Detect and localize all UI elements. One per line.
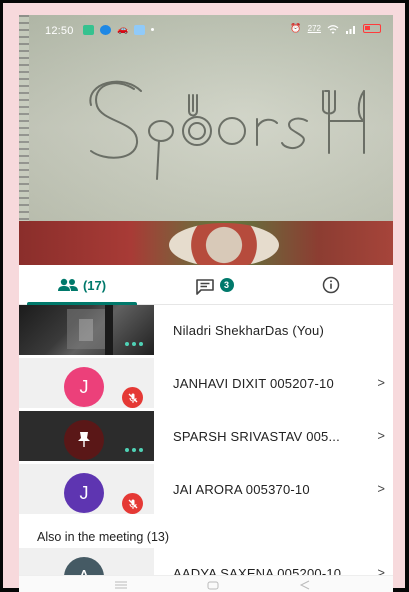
chevron-right-icon[interactable]: > xyxy=(377,375,385,390)
participant-row[interactable]: SPARSH SRIVASTAV 005... > xyxy=(19,411,393,461)
sparsh-drawing xyxy=(89,80,365,180)
menu-icon xyxy=(115,581,127,589)
people-icon xyxy=(57,278,78,291)
sim-icon xyxy=(134,24,146,35)
notification-icons: 🚗 xyxy=(83,24,155,35)
message-icon xyxy=(83,24,94,35)
chevron-right-icon[interactable]: > xyxy=(377,428,385,443)
tab-info[interactable] xyxy=(269,265,393,305)
android-nav-bar xyxy=(19,575,393,592)
participant-avatar-thumb: J xyxy=(19,464,154,514)
signal-icon xyxy=(346,25,355,34)
meeting-tab-bar: (17) 3 xyxy=(19,265,393,305)
main-video-feed[interactable]: 12:50 🚗 ⏰ 272 xyxy=(19,15,393,265)
avatar-initial: J xyxy=(79,376,89,397)
nav-back-button[interactable] xyxy=(297,579,313,591)
avatar-initial: A xyxy=(78,567,90,576)
participant-avatar-thumb: J xyxy=(19,358,154,408)
chevron-right-icon[interactable]: > xyxy=(377,481,385,496)
screenshot-frame: 12:50 🚗 ⏰ 272 (17) 3 Niladri ShekharDas … xyxy=(0,0,409,592)
avatar-initial: J xyxy=(79,482,89,503)
participant-name: Niladri ShekharDas (You) xyxy=(173,323,324,338)
people-count: (17) xyxy=(82,277,107,293)
battery-icon xyxy=(363,24,381,33)
participant-row[interactable]: J JAI ARORA 005370-10 > xyxy=(19,464,393,514)
nav-menu-button[interactable] xyxy=(113,579,129,591)
home-icon xyxy=(207,581,219,589)
participant-row[interactable]: Niladri ShekharDas (You) xyxy=(19,305,393,355)
also-in-meeting-header: Also in the meeting (13) xyxy=(37,530,170,544)
avatar xyxy=(64,420,104,460)
chat-icon xyxy=(195,279,214,295)
participant-video-thumb xyxy=(19,305,154,355)
participant-name: JAI ARORA 005370-10 xyxy=(173,482,310,497)
network-speed: 272 xyxy=(307,24,321,33)
nav-home-button[interactable] xyxy=(205,579,221,591)
chevron-right-icon[interactable]: > xyxy=(377,565,385,575)
speaking-indicator xyxy=(125,448,143,452)
decorative-plate xyxy=(169,223,279,265)
avatar: A xyxy=(64,557,104,575)
notebook-spiral xyxy=(19,15,29,245)
dot-icon xyxy=(151,28,155,31)
status-time: 12:50 xyxy=(45,25,74,37)
self-video-scene xyxy=(67,305,113,355)
status-bar: 12:50 🚗 ⏰ 272 xyxy=(19,15,393,45)
alarm-icon: ⏰ xyxy=(290,23,302,33)
avatar: J xyxy=(64,473,104,513)
wifi-icon xyxy=(327,24,339,34)
pin-icon xyxy=(78,432,90,447)
phone-screen: 12:50 🚗 ⏰ 272 (17) 3 Niladri ShekharDas … xyxy=(19,15,393,592)
participant-row[interactable]: J JANHAVI DIXIT 005207-10 > xyxy=(19,358,393,408)
speaking-indicator xyxy=(125,342,143,346)
participant-name: AADYA SAXENA 005200-10 xyxy=(173,566,342,575)
tab-people[interactable]: (17) xyxy=(19,265,144,305)
participant-row[interactable]: A AADYA SAXENA 005200-10 > xyxy=(19,548,393,575)
chat-badge: 3 xyxy=(219,278,234,292)
participant-name: JANHAVI DIXIT 005207-10 xyxy=(173,376,334,391)
avatar: J xyxy=(64,367,104,407)
muted-mic-icon xyxy=(122,493,143,514)
participant-avatar-thumb xyxy=(19,411,154,461)
participant-avatar-thumb: A xyxy=(19,548,154,575)
meet-icon xyxy=(100,24,111,35)
participant-list: Niladri ShekharDas (You) J JANHAVI DIXIT… xyxy=(19,305,393,575)
participant-name: SPARSH SRIVASTAV 005... xyxy=(173,429,340,444)
chat-icon-wrap: 3 xyxy=(195,276,234,295)
info-icon xyxy=(322,276,340,294)
car-icon: 🚗 xyxy=(117,24,129,34)
back-icon xyxy=(299,580,310,590)
tab-chat[interactable]: 3 xyxy=(144,265,269,305)
system-icons: ⏰ 272 xyxy=(290,23,381,34)
muted-mic-icon xyxy=(122,387,143,408)
